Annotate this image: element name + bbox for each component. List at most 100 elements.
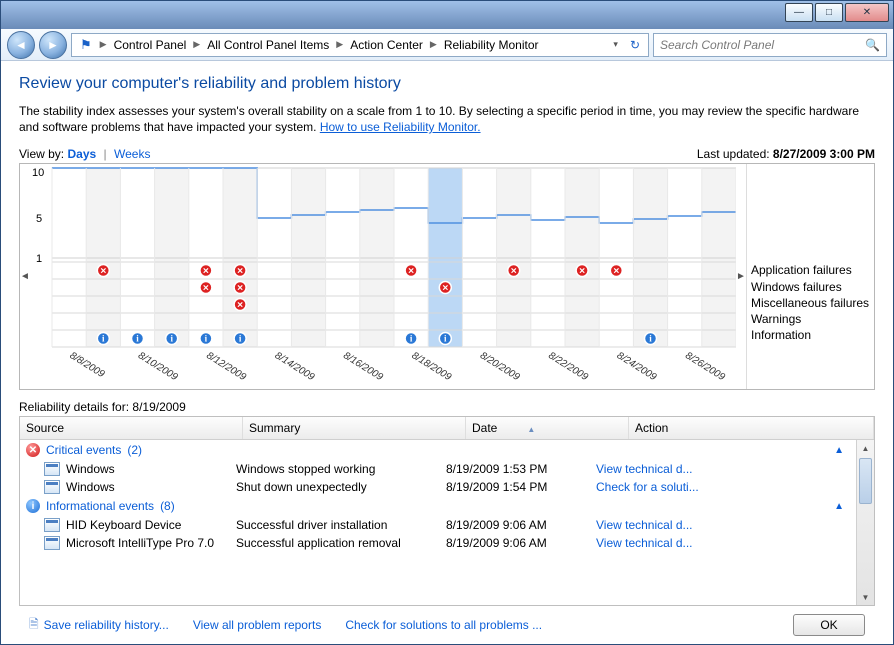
cell-date: 8/19/2009 1:54 PM (446, 480, 596, 494)
save-history-link[interactable]: 🗎 Save reliability history... (29, 615, 169, 636)
cell-source: Windows (44, 462, 236, 476)
group-label: Informational events (46, 499, 154, 513)
back-button[interactable]: ◄ (7, 31, 35, 59)
table-row[interactable]: WindowsShut down unexpectedly8/19/2009 1… (20, 478, 874, 496)
svg-text:8/14/2009: 8/14/2009 (273, 351, 317, 384)
svg-text:✕: ✕ (100, 267, 107, 276)
scroll-down-icon[interactable]: ▼ (857, 589, 874, 605)
viewby-days[interactable]: Days (67, 147, 96, 161)
collapse-icon[interactable]: ▲ (834, 445, 844, 456)
event-group[interactable]: iInformational events (8)▲ (20, 496, 874, 516)
cell-summary: Successful application removal (236, 536, 446, 550)
cell-action-link[interactable]: View technical d... (596, 518, 868, 532)
search-input[interactable]: Search Control Panel 🔍 (653, 33, 887, 57)
table-row[interactable]: WindowsWindows stopped working8/19/2009 … (20, 460, 874, 478)
breadcrumb[interactable]: Reliability Monitor (441, 38, 542, 52)
chevron-right-icon: ▶ (336, 39, 343, 50)
col-summary[interactable]: Summary (243, 417, 466, 439)
help-link[interactable]: How to use Reliability Monitor. (320, 120, 481, 134)
cell-summary: Successful driver installation (236, 518, 446, 532)
cell-action-link[interactable]: Check for a soluti... (596, 480, 868, 494)
breadcrumb[interactable]: Action Center (347, 38, 426, 52)
view-all-reports-link[interactable]: View all problem reports (193, 618, 322, 632)
svg-text:8/8/2009: 8/8/2009 (68, 351, 107, 381)
app-icon (44, 462, 60, 476)
minimize-button[interactable]: — (785, 3, 813, 22)
save-icon: 🗎 (29, 615, 39, 636)
close-button[interactable]: ✕ (845, 3, 889, 22)
svg-text:✕: ✕ (510, 267, 517, 276)
chart-canvas[interactable]: 1051✕✕✕✕✕✕✕✕✕✕✕iiiiiiii8/8/20098/10/2009… (30, 164, 736, 389)
flag-icon: ⚑ (76, 37, 96, 53)
chevron-right-icon: ▶ (193, 39, 200, 50)
viewby-label: View by: (19, 147, 64, 161)
cell-source: Microsoft IntelliType Pro 7.0 (44, 536, 236, 550)
svg-text:8/22/2009: 8/22/2009 (546, 351, 590, 384)
event-group[interactable]: ✕Critical events (2)▲ (20, 440, 874, 460)
cell-date: 8/19/2009 1:53 PM (446, 462, 596, 476)
svg-text:✕: ✕ (203, 267, 210, 276)
footer: 🗎 Save reliability history... View all p… (19, 606, 875, 644)
svg-text:✕: ✕ (613, 267, 620, 276)
group-count: (8) (160, 499, 175, 513)
cell-action-link[interactable]: View technical d... (596, 462, 868, 476)
reliability-monitor-window: — □ ✕ ◄ ► ⚑ ▶ Control Panel ▶ All Contro… (0, 0, 894, 645)
scroll-thumb[interactable] (859, 458, 872, 504)
sort-asc-icon: ▲ (527, 425, 535, 434)
scroll-right-button[interactable]: ► (736, 164, 746, 389)
svg-text:✕: ✕ (237, 301, 244, 310)
address-bar[interactable]: ⚑ ▶ Control Panel ▶ All Control Panel It… (71, 33, 649, 57)
app-icon (44, 536, 60, 550)
svg-text:8/26/2009: 8/26/2009 (683, 351, 727, 384)
legend-item: Miscellaneous failures (751, 295, 870, 311)
svg-text:8/20/2009: 8/20/2009 (478, 351, 522, 384)
svg-text:1: 1 (36, 253, 42, 265)
app-icon (44, 518, 60, 532)
collapse-icon[interactable]: ▲ (834, 501, 844, 512)
cell-action-link[interactable]: View technical d... (596, 536, 868, 550)
check-solutions-link[interactable]: Check for solutions to all problems ... (345, 618, 542, 632)
reliability-chart: ◄ 1051✕✕✕✕✕✕✕✕✕✕✕iiiiiiii8/8/20098/10/20… (19, 163, 875, 390)
col-source[interactable]: Source (20, 417, 243, 439)
ok-button[interactable]: OK (793, 614, 865, 636)
svg-text:✕: ✕ (237, 267, 244, 276)
col-action[interactable]: Action (629, 417, 874, 439)
forward-button[interactable]: ► (39, 31, 67, 59)
refresh-icon[interactable]: ↻ (626, 38, 644, 52)
chart-legend: Application failuresWindows failuresMisc… (746, 164, 874, 389)
last-updated-value: 8/27/2009 3:00 PM (773, 147, 875, 161)
table-row[interactable]: Microsoft IntelliType Pro 7.0Successful … (20, 534, 874, 552)
content-area: Review your computer's reliability and p… (1, 61, 893, 644)
titlebar: — □ ✕ (1, 1, 893, 29)
svg-text:✕: ✕ (579, 267, 586, 276)
last-updated-label: Last updated: (697, 147, 770, 161)
svg-text:✕: ✕ (408, 267, 415, 276)
table-row[interactable]: HID Keyboard DeviceSuccessful driver ins… (20, 516, 874, 534)
breadcrumb[interactable]: All Control Panel Items (204, 38, 332, 52)
breadcrumb[interactable]: Control Panel (111, 38, 190, 52)
cell-summary: Shut down unexpectedly (236, 480, 446, 494)
group-count: (2) (127, 443, 142, 457)
cell-date: 8/19/2009 9:06 AM (446, 536, 596, 550)
page-title: Review your computer's reliability and p… (19, 75, 875, 93)
scroll-up-icon[interactable]: ▲ (857, 440, 874, 456)
legend-item: Warnings (751, 311, 870, 327)
chevron-right-icon: ▶ (430, 39, 437, 50)
search-icon[interactable]: 🔍 (865, 38, 880, 52)
svg-text:8/10/2009: 8/10/2009 (136, 351, 180, 384)
col-date[interactable]: Date▲ (466, 417, 629, 439)
svg-text:8/16/2009: 8/16/2009 (341, 351, 385, 384)
scroll-left-button[interactable]: ◄ (20, 164, 30, 389)
cell-summary: Windows stopped working (236, 462, 446, 476)
maximize-button[interactable]: □ (815, 3, 843, 22)
page-description: The stability index assesses your system… (19, 103, 875, 135)
svg-text:8/18/2009: 8/18/2009 (410, 351, 454, 384)
svg-text:✕: ✕ (203, 284, 210, 293)
svg-text:✕: ✕ (442, 284, 449, 293)
viewby-weeks[interactable]: Weeks (114, 147, 150, 161)
scrollbar[interactable]: ▲ ▼ (856, 440, 874, 605)
legend-item: Windows failures (751, 279, 870, 295)
navbar: ◄ ► ⚑ ▶ Control Panel ▶ All Control Pane… (1, 29, 893, 61)
view-controls: View by: Days | Weeks Last updated: 8/27… (19, 147, 875, 161)
address-dropdown-icon[interactable]: ▾ (609, 39, 622, 50)
